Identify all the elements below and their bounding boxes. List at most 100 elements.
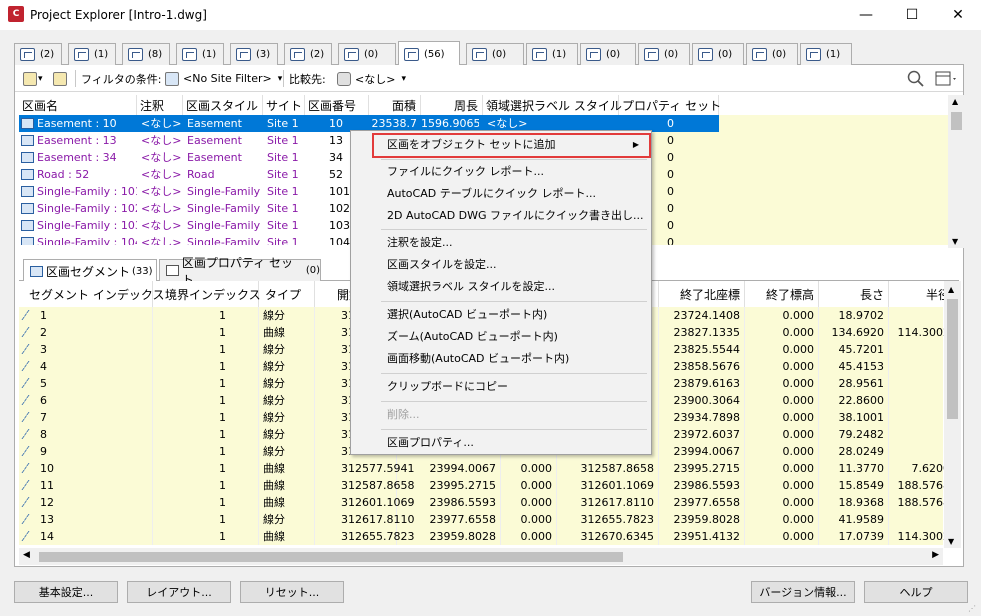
menu-quick-export-dwg[interactable]: 2D AutoCAD DWG ファイルにクイック書き出し... [351,205,651,227]
tab-parcel-segments[interactable]: 区画セグメント (33) [23,259,157,282]
resize-grip-icon[interactable]: ⋰ [968,604,978,614]
tab-pipe-networks[interactable]: (1) [526,43,578,65]
site-cell: Site 1 [267,151,299,164]
scroll-down-icon[interactable]: ▼ [952,237,958,246]
col-header-label-style[interactable]: 領域選択ラベル スタイル [483,95,622,115]
scroll-right-icon[interactable]: ▶ [932,550,939,560]
menu-zoom[interactable]: ズーム(AutoCAD ビューポート内) [351,326,651,348]
menu-set-annotation[interactable]: 注釈を設定... [351,232,651,254]
tab-surfaces[interactable]: (2) [284,43,332,65]
menu-add-to-object-set[interactable]: 区画をオブジェクト セットに追加 ▶ [351,134,651,156]
parcel-icon [404,47,419,61]
menu-select[interactable]: 選択(AutoCAD ビューポート内) [351,304,651,326]
annotation-cell: <なし> [141,236,182,245]
table-row[interactable]: 12 1 曲線 312601.1069 23986.5593 0.000 312617.81… [19,494,955,511]
tab-assemblies[interactable]: (1) [68,43,116,65]
tab-tables[interactable]: (0) [746,43,798,65]
tab-roads[interactable]: (1) [176,43,224,65]
segment-index-cell: 6 [19,392,153,409]
parcel-name: Single-Family : 103 [37,219,137,232]
col-header-perimeter[interactable]: 周長 [421,95,483,115]
boundary-index-cell: 1 [153,528,259,545]
col-header-boundary-index[interactable]: 境界インデックス [153,281,261,307]
col-header-area[interactable]: 面積 [369,95,421,115]
tab-feature-lines[interactable]: (0) [338,43,396,65]
tab-profile-views[interactable]: (3) [230,43,278,65]
scroll-down-icon[interactable]: ▼ [948,537,954,546]
site-filter-dropdown[interactable]: <No Site Filter> ▾ [165,70,282,87]
col-header-parcel-number[interactable]: 区画番号 [305,95,369,115]
segment-horizontal-scrollbar[interactable]: ◀ ▶ [19,548,943,565]
scroll-left-icon[interactable]: ◀ [23,550,30,560]
table-row[interactable]: 13 1 線分 312617.8110 23977.6558 0.000 312655.78… [19,511,955,528]
menu-parcel-properties[interactable]: 区画プロパティ... [351,432,651,454]
tab-parcel-property-sets[interactable]: 区画プロパティ セット (0) [159,256,321,287]
parcel-name-cell: Single-Family : 102 [21,200,137,217]
help-button[interactable]: ヘルプ [864,581,968,603]
type-cell: 曲線 [259,494,315,511]
add-to-set-button[interactable] [53,70,67,87]
search-icon[interactable] [907,70,924,87]
layout-button[interactable]: レイアウト... [127,581,231,603]
sparkle-set-icon [53,71,67,86]
reset-button[interactable]: リセット... [240,581,344,603]
len-cell: 17.0739 [819,528,889,545]
col-header-end-northing[interactable]: 終了北座標 [659,281,745,307]
compare-dropdown[interactable]: <なし> ▾ [337,70,406,87]
col-header-length[interactable]: 長さ [819,281,889,307]
table-row[interactable]: 10 1 曲線 312577.5941 23994.0067 0.000 312587.86… [19,460,955,477]
tab-count: (1) [202,49,217,60]
table-row[interactable]: 11 1 曲線 312587.8658 23995.2715 0.000 312601.10… [19,477,955,494]
style-cell: Single-Family [187,185,261,198]
col-header-property-set[interactable]: プロパティ セット [619,95,721,115]
tab-intersections[interactable]: (0) [692,43,744,65]
tab-corridors[interactable]: (8) [122,43,170,65]
basic-settings-button[interactable]: 基本設定... [14,581,118,603]
menu-quick-report-file[interactable]: ファイルにクイック レポート... [351,161,651,183]
scroll-thumb[interactable] [951,112,962,130]
parcel-icon [21,220,34,231]
ez-cell: 0.000 [745,409,819,426]
col-header-end-elevation[interactable]: 終了標高 [745,281,819,307]
parcel-grid-scrollbar[interactable]: ▲ ▼ [948,95,965,248]
menu-set-parcel-style[interactable]: 区画スタイルを設定... [351,254,651,276]
parcel-name: Easement : 34 [37,151,117,164]
segment-index-cell: 3 [19,341,153,358]
close-button[interactable]: ✕ [935,0,981,30]
menu-set-label-style[interactable]: 領域選択ラベル スタイルを設定... [351,276,651,298]
tab-point-groups[interactable]: (0) [466,43,524,65]
scroll-up-icon[interactable]: ▲ [948,285,954,294]
ey-cell: 23995.2715 [659,460,745,477]
segment-index: 4 [40,360,47,373]
menu-quick-report-table[interactable]: AutoCAD テーブルにクイック レポート... [351,183,651,205]
col-header-parcel-style[interactable]: 区画スタイル [183,95,263,115]
menu-pan[interactable]: 画面移動(AutoCAD ビューポート内) [351,348,651,370]
scroll-thumb[interactable] [947,299,958,419]
col-header-site[interactable]: サイト [263,95,305,115]
view-layout-button[interactable] [935,70,959,87]
about-button[interactable]: バージョン情報... [751,581,855,603]
maximize-button[interactable]: ☐ [889,0,935,30]
propset-cell: 0 [619,217,949,234]
type-cell: 曲線 [259,477,315,494]
col-header-type[interactable]: タイプ [259,281,315,307]
parcel-segment-icon [30,265,43,277]
minimize-button[interactable]: — [843,0,889,30]
scroll-up-icon[interactable]: ▲ [952,97,958,106]
segment-grid-scrollbar[interactable]: ▲ ▼ [944,281,961,548]
tab-sample-lines[interactable]: (0) [638,43,690,65]
new-object-set-button[interactable]: ▾ [23,70,43,87]
col-header-segment-index[interactable]: セグメント インデックス [19,281,164,307]
type-cell: 線分 [259,341,315,358]
menu-copy-clipboard[interactable]: クリップボードにコピー [351,376,651,398]
tab-sheets[interactable]: (1) [800,43,852,65]
scroll-thumb[interactable] [39,552,623,562]
tab-pressure-networks[interactable]: (0) [580,43,636,65]
tab-parcels[interactable]: (56) [398,41,460,66]
col-header-annotation[interactable]: 注釈 [137,95,183,115]
table-row[interactable]: 14 1 曲線 312655.7823 23959.8028 0.000 312670.63… [19,528,955,545]
segment-index-cell: 4 [19,358,153,375]
sz-cell: 0.000 [501,477,557,494]
col-header-parcel-name[interactable]: 区画名 [19,95,137,115]
tab-alignments[interactable]: (2) [14,43,62,65]
